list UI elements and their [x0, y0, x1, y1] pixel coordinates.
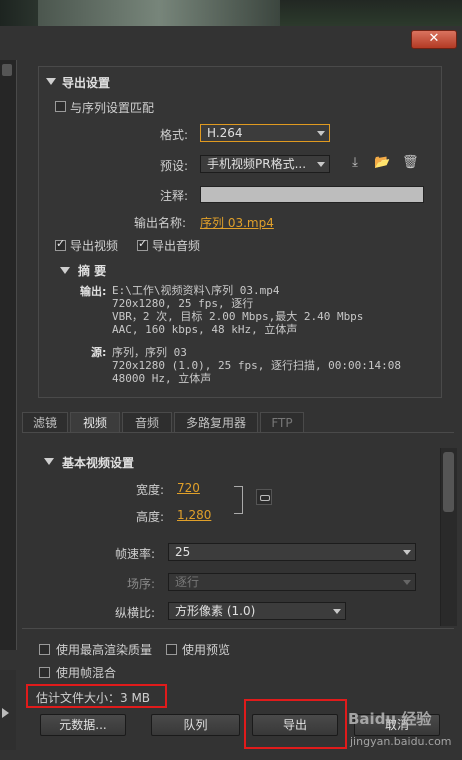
left-panel-scrollbar[interactable] — [0, 60, 17, 650]
save-preset-icon[interactable]: ⤓ — [348, 156, 362, 170]
format-label: 格式: — [160, 128, 189, 142]
chevron-down-icon — [403, 550, 411, 555]
frame-blend-checkbox[interactable] — [39, 667, 50, 678]
aspect-label: 纵横比: — [115, 606, 156, 620]
output-line: VBR，2 次, 目标 2.00 Mbps,最大 2.40 Mbps — [112, 310, 364, 323]
photo-region — [38, 0, 280, 26]
export-video-checkbox[interactable] — [55, 237, 66, 251]
framerate-dropdown[interactable]: 25 — [168, 543, 416, 561]
field-order-value: 逐行 — [175, 575, 200, 589]
aspect-link-bracket — [234, 486, 243, 514]
photo-region-dark — [280, 0, 462, 26]
export-audio-checkbox[interactable] — [137, 237, 148, 251]
width-value[interactable]: 720 — [177, 481, 200, 495]
scroll-thumb[interactable] — [443, 452, 454, 512]
expand-arrow-icon[interactable] — [2, 708, 9, 718]
source-line: 48000 Hz, 立体声 — [112, 372, 212, 385]
export-highlight — [244, 699, 347, 749]
tab-multiplexer[interactable]: 多路复用器 — [174, 412, 258, 432]
export-audio-label: 导出音频 — [152, 239, 201, 253]
output-line: E:\工作\视频资料\序列 03.mp4 — [112, 284, 280, 297]
preset-label: 预设: — [160, 159, 189, 173]
source-summary: 序列，序列 03 720x1280 (1.0), 25 fps, 逐行扫描, 0… — [112, 346, 401, 385]
max-quality-checkbox[interactable] — [39, 644, 50, 655]
output-name-link[interactable]: 序列 03.mp4 — [200, 214, 274, 231]
chevron-down-icon — [317, 162, 325, 167]
tab-filters[interactable]: 滤镜 — [22, 412, 68, 432]
output-summary: E:\工作\视频资料\序列 03.mp4 720x1280, 25 fps, 逐… — [112, 284, 363, 336]
close-button[interactable]: ✕ — [411, 30, 457, 49]
comments-input[interactable] — [200, 186, 424, 203]
output-line: AAC, 160 kbps, 48 kHz, 立体声 — [112, 323, 298, 336]
field-order-label: 场序: — [127, 577, 156, 591]
use-preview-checkbox[interactable] — [166, 644, 177, 655]
format-value: H.264 — [207, 126, 243, 140]
aspect-dropdown[interactable]: 方形像素 (1.0) — [168, 602, 346, 620]
preset-dropdown[interactable]: 手机视频PR格式... — [200, 155, 330, 173]
collapse-triangle-icon[interactable] — [60, 267, 70, 274]
source-line: 720x1280 (1.0), 25 fps, 逐行扫描, 00:00:14:0… — [112, 359, 402, 372]
chain-link-shape — [260, 495, 270, 501]
output-summary-label: 输出: — [80, 285, 107, 298]
collapse-triangle-icon[interactable] — [46, 78, 56, 85]
framerate-label: 帧速率: — [115, 547, 156, 561]
chevron-down-icon — [317, 131, 325, 136]
chevron-down-icon — [333, 609, 341, 614]
video-panel-scrollbar[interactable] — [440, 448, 457, 626]
use-preview-label: 使用预览 — [182, 643, 231, 657]
metadata-button[interactable]: 元数据... — [40, 714, 126, 736]
match-sequence-checkbox[interactable] — [55, 101, 66, 112]
left-panel-bottom — [0, 670, 16, 750]
tab-video[interactable]: 视频 — [70, 412, 120, 432]
export-settings-header: 导出设置 — [62, 76, 111, 90]
delete-preset-icon[interactable]: 🗑 — [402, 156, 419, 170]
match-sequence-label: 与序列设置匹配 — [70, 101, 155, 115]
chain-link-icon[interactable] — [256, 489, 272, 505]
height-value[interactable]: 1,280 — [177, 508, 211, 522]
watermark-url: jingyan.baidu.com — [350, 735, 452, 748]
scroll-thumb[interactable] — [2, 64, 12, 76]
import-preset-icon[interactable]: 📂 — [374, 156, 390, 170]
field-order-dropdown[interactable]: 逐行 — [168, 573, 416, 591]
output-line: 720x1280, 25 fps, 逐行 — [112, 297, 254, 310]
estimated-file-size: 估计文件大小：3 MB — [36, 691, 151, 705]
export-video-label: 导出视频 — [70, 239, 119, 253]
aspect-value: 方形像素 (1.0) — [175, 604, 256, 618]
preset-value: 手机视频PR格式... — [207, 157, 307, 171]
height-label: 高度: — [136, 510, 165, 524]
tab-audio[interactable]: 音频 — [122, 412, 172, 432]
frame-blend-label: 使用帧混合 — [56, 666, 117, 680]
framerate-value: 25 — [175, 545, 191, 559]
width-label: 宽度: — [136, 483, 165, 497]
summary-header: 摘 要 — [78, 264, 107, 278]
source-line: 序列，序列 03 — [112, 346, 187, 359]
source-summary-label: 源: — [91, 346, 107, 359]
collapse-triangle-icon[interactable] — [44, 458, 54, 465]
max-quality-label: 使用最高渲染质量 — [56, 643, 153, 657]
queue-button[interactable]: 队列 — [151, 714, 240, 736]
watermark-logo: Baidu 经验 — [348, 710, 432, 728]
comments-label: 注释: — [160, 189, 189, 203]
output-name-label: 输出名称: — [134, 216, 187, 230]
background-photo — [0, 0, 462, 26]
chevron-down-icon — [403, 580, 411, 585]
format-dropdown[interactable]: H.264 — [200, 124, 330, 142]
tab-ftp[interactable]: FTP — [260, 412, 304, 432]
basic-video-header: 基本视频设置 — [62, 456, 135, 470]
